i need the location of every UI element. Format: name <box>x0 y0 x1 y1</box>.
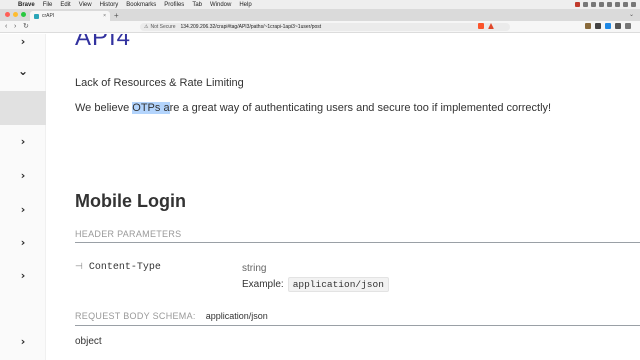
divider <box>75 325 640 326</box>
paragraph-text: We believe <box>75 102 133 114</box>
example-label: Example: <box>242 279 284 290</box>
menu-edit[interactable]: Edit <box>60 2 70 8</box>
browser-toolbar: ‹ › ↻ ⚠ Not Secure 134.209.206.32/crapi#… <box>0 21 640 33</box>
maximize-window-icon[interactable] <box>21 12 26 17</box>
tree-line-icon: ⊣ <box>75 262 83 272</box>
status-icon[interactable] <box>591 2 596 7</box>
extension-icons <box>585 23 631 29</box>
menu-profiles[interactable]: Profiles <box>164 2 184 8</box>
menu-file[interactable]: File <box>43 2 53 8</box>
extension-icon[interactable] <box>595 23 601 29</box>
brave-rewards-icon[interactable] <box>488 23 494 29</box>
control-center-icon[interactable] <box>631 2 636 7</box>
extension-icon[interactable] <box>585 23 591 29</box>
new-tab-icon[interactable]: + <box>114 11 119 20</box>
tab-search-icon[interactable]: ⌄ <box>629 11 634 18</box>
status-icons <box>575 2 636 7</box>
status-icon[interactable] <box>607 2 612 7</box>
request-body-schema: REQUEST BODY SCHEMA: application/json <box>75 311 268 321</box>
sidebar-item[interactable]: › <box>0 160 46 190</box>
param-name: ⊣ Content-Type <box>75 262 161 273</box>
sidebar-item[interactable]: › <box>0 34 46 56</box>
chevron-right-icon: › <box>20 334 26 348</box>
chevron-right-icon: › <box>20 268 26 282</box>
chevron-right-icon: › <box>20 168 26 182</box>
menu-icon[interactable] <box>625 23 631 29</box>
address-bar[interactable]: ⚠ Not Secure 134.209.206.32/crapi#tag/AP… <box>140 23 510 31</box>
operation-title: Mobile Login <box>75 191 186 211</box>
chevron-down-icon: ⌄ <box>17 64 29 78</box>
tab-title: crAPI <box>42 13 55 19</box>
param-name-text: Content-Type <box>88 262 161 273</box>
menu-view[interactable]: View <box>79 2 92 8</box>
brave-shields-icon[interactable] <box>478 23 484 29</box>
section-heading: API4 <box>75 34 132 51</box>
divider <box>75 242 640 243</box>
chevron-right-icon: › <box>20 34 26 48</box>
section-description: Lack of Resources & Rate Limiting <box>75 77 244 89</box>
sidebar-item[interactable]: › <box>0 126 46 156</box>
macos-menubar: Brave File Edit View History Bookmarks P… <box>0 0 640 9</box>
security-label[interactable]: Not Secure <box>150 24 175 30</box>
chevron-right-icon: › <box>20 134 26 148</box>
sidebar-item-active[interactable] <box>0 91 46 125</box>
tab-strip: crAPI × + ⌄ <box>0 9 640 21</box>
menu-history[interactable]: History <box>100 2 119 8</box>
url-actions <box>478 23 494 29</box>
close-tab-icon[interactable]: × <box>103 13 106 19</box>
header-parameters-label: HEADER PARAMETERS <box>75 229 182 239</box>
schema-type: object <box>75 336 102 347</box>
sidebar: › ⌄ › › › › › › <box>0 34 46 360</box>
wifi-icon[interactable] <box>615 2 620 7</box>
example-value: application/json <box>287 277 389 292</box>
request-body-label: REQUEST BODY SCHEMA: <box>75 311 196 321</box>
forward-icon[interactable]: › <box>14 22 16 32</box>
minimize-window-icon[interactable] <box>13 12 18 17</box>
chevron-right-icon: › <box>20 235 26 249</box>
reload-icon[interactable]: ↻ <box>23 22 29 32</box>
menu-window[interactable]: Window <box>210 2 231 8</box>
sidebar-item[interactable]: › <box>0 194 46 224</box>
section-paragraph: We believe OTPs are a great way of authe… <box>75 102 551 114</box>
record-icon[interactable] <box>575 2 580 7</box>
sidebar-item[interactable]: › <box>0 326 46 356</box>
menu-app-name[interactable]: Brave <box>18 2 35 8</box>
sidebar-item[interactable]: › <box>0 260 46 290</box>
browser-tab[interactable]: crAPI × <box>30 11 110 21</box>
page-content: › ⌄ › › › › › › API4 Lack of Resources &… <box>0 34 640 360</box>
menu-bookmarks[interactable]: Bookmarks <box>126 2 156 8</box>
search-icon[interactable] <box>623 2 628 7</box>
url-text[interactable]: 134.209.206.32/crapi#tag/API3/paths/~1cr… <box>181 24 322 30</box>
menu-help[interactable]: Help <box>239 2 251 8</box>
sidebar-item[interactable]: › <box>0 227 46 257</box>
status-icon[interactable] <box>583 2 588 7</box>
status-icon[interactable] <box>599 2 604 7</box>
extension-icon[interactable] <box>615 23 621 29</box>
menu-tab[interactable]: Tab <box>192 2 202 8</box>
sidebar-item[interactable]: ⌄ <box>0 59 46 89</box>
warning-icon: ⚠ <box>144 24 149 30</box>
request-body-type: application/json <box>205 311 268 321</box>
favicon-icon <box>34 13 39 19</box>
paragraph-text: re a great way of authenticating users a… <box>169 102 552 114</box>
back-icon[interactable]: ‹ <box>5 22 7 32</box>
window-controls <box>5 12 26 17</box>
param-type: string <box>242 263 267 274</box>
text-selection: OTPs a <box>132 102 170 114</box>
param-example: Example: application/json <box>242 277 389 292</box>
extension-icon[interactable] <box>605 23 611 29</box>
close-window-icon[interactable] <box>5 12 10 17</box>
chevron-right-icon: › <box>20 202 26 216</box>
